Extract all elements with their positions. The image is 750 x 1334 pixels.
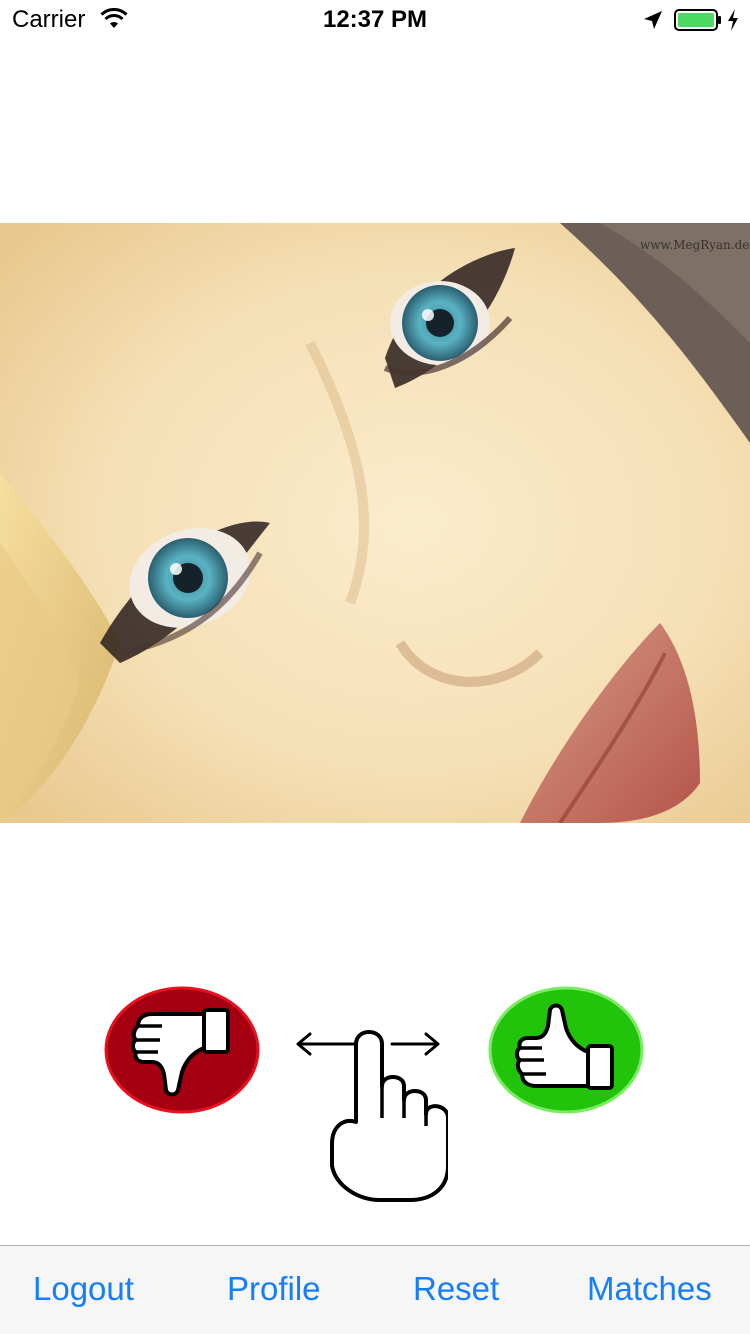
swipe-hint bbox=[292, 1026, 450, 1204]
profile-photo-image: www.MegRyan.de bbox=[0, 223, 750, 823]
clock-label: 12:37 PM bbox=[322, 6, 428, 33]
location-arrow-icon bbox=[644, 11, 662, 29]
status-bar: Carrier 12:37 PM bbox=[0, 0, 750, 40]
matches-button[interactable]: Matches bbox=[587, 1272, 712, 1305]
thumbs-down-icon bbox=[104, 986, 260, 1114]
logout-button[interactable]: Logout bbox=[33, 1272, 134, 1305]
photo-watermark: www.MegRyan.de bbox=[640, 238, 749, 252]
battery-icon bbox=[674, 9, 721, 31]
profile-photo[interactable]: www.MegRyan.de bbox=[0, 223, 750, 823]
dislike-button[interactable] bbox=[104, 986, 260, 1114]
charging-bolt-icon bbox=[728, 9, 738, 31]
reset-button[interactable]: Reset bbox=[413, 1272, 499, 1305]
swipe-hand-icon bbox=[296, 1030, 450, 1202]
thumbs-up-icon bbox=[488, 986, 644, 1114]
like-button[interactable] bbox=[488, 986, 644, 1114]
profile-button[interactable]: Profile bbox=[227, 1272, 321, 1305]
bottom-toolbar: Logout Profile Reset Matches bbox=[0, 1245, 750, 1334]
match-screen: Carrier 12:37 PM www.MegRyan.de Logout P… bbox=[0, 0, 750, 1334]
